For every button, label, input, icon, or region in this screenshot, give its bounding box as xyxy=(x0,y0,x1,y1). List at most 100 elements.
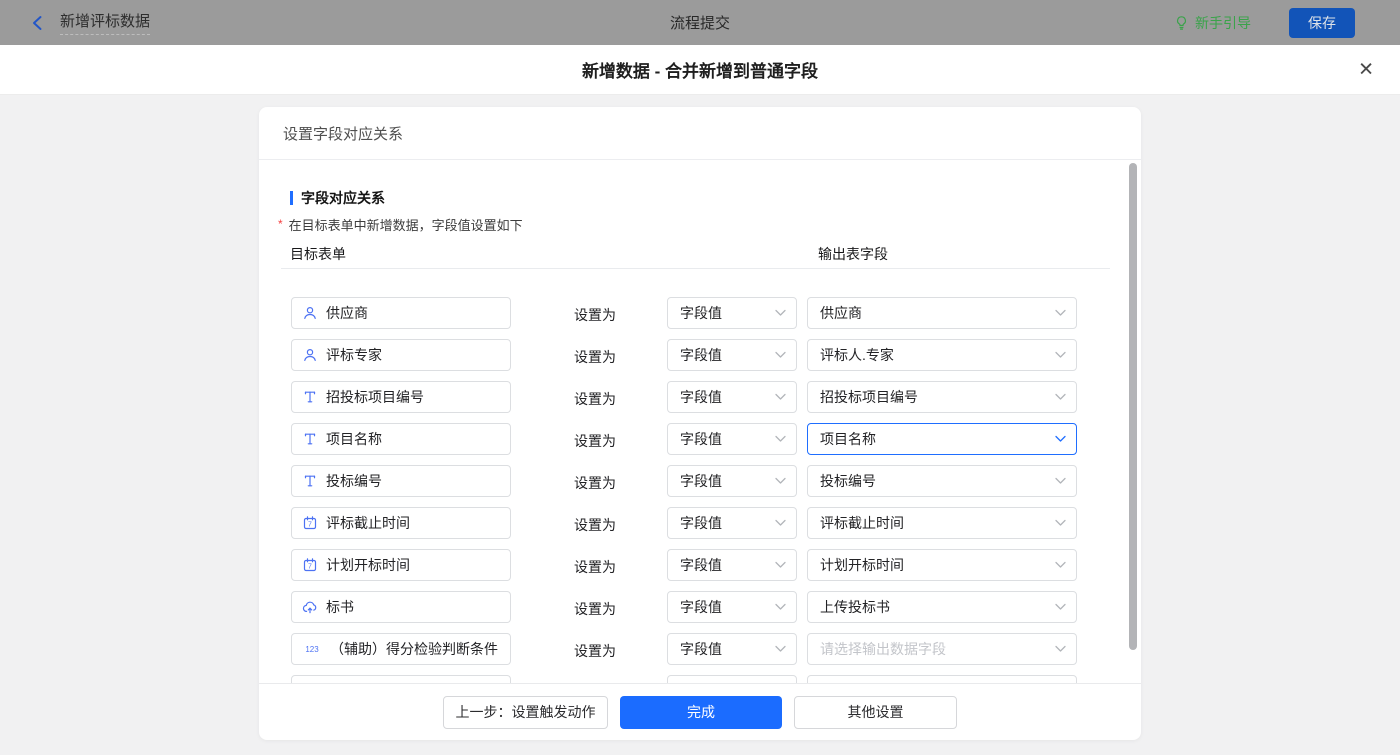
set-as-label: 设置为 xyxy=(574,389,616,409)
rows-list: 供应商 设置为 字段值 供应商 评标专家 设置为 字段值 评标人.专家 招投标项 xyxy=(291,297,1141,683)
target-field-box: 7 计划开标时间 xyxy=(291,549,511,581)
set-as-label: 设置为 xyxy=(574,431,616,451)
value-type-select[interactable]: 字段值 xyxy=(667,507,797,539)
output-field-select[interactable]: 计划开标时间 xyxy=(807,549,1077,581)
scrollbar-thumb[interactable] xyxy=(1129,163,1137,650)
output-field-label: 评标截止时间 xyxy=(820,513,904,533)
value-type-label: 字段值 xyxy=(680,345,722,365)
target-field-box: 标书 xyxy=(291,591,511,623)
chevron-down-icon xyxy=(775,562,786,569)
beginner-guide-link[interactable]: 新手引导 xyxy=(1174,13,1251,33)
lightbulb-icon xyxy=(1174,15,1189,31)
column-divider xyxy=(281,268,1110,269)
chevron-down-icon xyxy=(1055,394,1066,401)
output-field-label: 上传投标书 xyxy=(820,597,890,617)
set-as-label: 设置为 xyxy=(574,557,616,577)
target-field-box: 项目名称 xyxy=(291,423,511,455)
output-field-select[interactable]: 项目名称 xyxy=(807,423,1077,455)
back-button[interactable] xyxy=(30,15,44,31)
output-field-select[interactable]: 投标编号 xyxy=(807,465,1077,497)
topbar: 新增评标数据 流程提交 新手引导 保存 xyxy=(0,0,1400,45)
number-field-icon: 123 xyxy=(302,641,322,657)
text-field-icon xyxy=(302,389,318,405)
value-type-select[interactable] xyxy=(667,675,797,683)
set-as-label: 设置为 xyxy=(574,599,616,619)
value-type-label: 字段值 xyxy=(680,471,722,491)
value-type-label: 字段值 xyxy=(680,387,722,407)
chevron-down-icon xyxy=(775,394,786,401)
user-field-icon xyxy=(302,347,318,363)
output-field-select[interactable]: 供应商 xyxy=(807,297,1077,329)
output-field-label: 供应商 xyxy=(820,303,862,323)
output-field-select[interactable]: 评标截止时间 xyxy=(807,507,1077,539)
value-type-select[interactable]: 字段值 xyxy=(667,591,797,623)
output-field-label: 计划开标时间 xyxy=(820,555,904,575)
chevron-down-icon xyxy=(775,436,786,443)
target-field-label: 标书 xyxy=(326,597,354,617)
required-asterisk: * xyxy=(278,215,283,234)
target-field-box: 投标编号 xyxy=(291,465,511,497)
svg-text:7: 7 xyxy=(308,564,312,571)
target-field-label: 供应商 xyxy=(326,303,368,323)
output-field-select[interactable]: 上传投标书 xyxy=(807,591,1077,623)
value-type-select[interactable]: 字段值 xyxy=(667,549,797,581)
finish-button[interactable]: 完成 xyxy=(620,696,782,729)
chevron-down-icon xyxy=(1055,478,1066,485)
field-mapping-row: 项目名称 设置为 字段值 项目名称 xyxy=(291,423,1141,455)
target-field-label: 招投标项目编号 xyxy=(326,387,424,407)
value-type-select[interactable]: 字段值 xyxy=(667,465,797,497)
value-type-select[interactable]: 字段值 xyxy=(667,381,797,413)
modal-header: 新增数据 - 合并新增到普通字段 ✕ xyxy=(0,45,1400,95)
process-name-title[interactable]: 新增评标数据 xyxy=(60,10,150,35)
target-field-label: 投标编号 xyxy=(326,471,382,491)
output-field-label: 项目名称 xyxy=(820,429,876,449)
output-field-select[interactable]: 招投标项目编号 xyxy=(807,381,1077,413)
output-field-select[interactable]: 评标人.专家 xyxy=(807,339,1077,371)
card-header-title: 设置字段对应关系 xyxy=(259,107,1141,160)
calendar-field-icon: 7 xyxy=(302,515,318,531)
target-field-box: 招投标项目编号 xyxy=(291,381,511,413)
field-mapping-row: 招投标项目编号 设置为 字段值 招投标项目编号 xyxy=(291,381,1141,413)
field-mapping-row: 7 评标截止时间 设置为 字段值 评标截止时间 xyxy=(291,507,1141,539)
value-type-label: 字段值 xyxy=(680,303,722,323)
set-as-label: 设置为 xyxy=(574,641,616,661)
value-type-select[interactable]: 字段值 xyxy=(667,423,797,455)
prev-step-button[interactable]: 上一步：设置触发动作 xyxy=(443,696,608,729)
target-field-box: 评标专家 xyxy=(291,339,511,371)
value-type-select[interactable]: 字段值 xyxy=(667,633,797,665)
output-field-label: 招投标项目编号 xyxy=(820,387,918,407)
save-button[interactable]: 保存 xyxy=(1289,8,1355,38)
svg-text:123: 123 xyxy=(305,645,319,654)
value-type-label: 字段值 xyxy=(680,639,722,659)
section-title: 字段对应关系 xyxy=(290,188,385,208)
target-field-label: 评标截止时间 xyxy=(326,513,410,533)
target-field-label: 计划开标时间 xyxy=(326,555,410,575)
field-mapping-row: 标书 设置为 字段值 上传投标书 xyxy=(291,591,1141,623)
output-field-label: 投标编号 xyxy=(820,471,876,491)
chevron-down-icon xyxy=(775,520,786,527)
target-field-box: 7 评标截止时间 xyxy=(291,507,511,539)
target-field-label: （辅助）得分检验判断条件 xyxy=(330,639,498,659)
hint-text: * 在目标表单中新增数据，字段值设置如下 xyxy=(278,215,523,234)
close-icon[interactable]: ✕ xyxy=(1358,60,1374,79)
chevron-left-icon xyxy=(30,15,44,31)
column-headers: 目标表单 输出表字段 xyxy=(290,244,1111,264)
chevron-down-icon xyxy=(1055,646,1066,653)
field-mapping-row: 评标专家 设置为 字段值 评标人.专家 xyxy=(291,339,1141,371)
guide-label: 新手引导 xyxy=(1195,13,1251,33)
field-mapping-row: 7 计划开标时间 设置为 字段值 计划开标时间 xyxy=(291,549,1141,581)
text-field-icon xyxy=(302,431,318,447)
chevron-down-icon xyxy=(1055,310,1066,317)
set-as-label: 设置为 xyxy=(574,347,616,367)
chevron-down-icon xyxy=(775,310,786,317)
output-field-select[interactable]: 请选择输出数据字段 xyxy=(807,633,1077,665)
modal-body: 设置字段对应关系 字段对应关系 * 在目标表单中新增数据，字段值设置如下 目标表… xyxy=(0,95,1400,755)
other-settings-button[interactable]: 其他设置 xyxy=(794,696,957,729)
value-type-label: 字段值 xyxy=(680,513,722,533)
value-type-select[interactable]: 字段值 xyxy=(667,339,797,371)
output-field-label: 请选择输出数据字段 xyxy=(820,639,946,659)
value-type-select[interactable]: 字段值 xyxy=(667,297,797,329)
target-field-box xyxy=(291,675,511,683)
output-field-select[interactable] xyxy=(807,675,1077,683)
field-mapping-card: 设置字段对应关系 字段对应关系 * 在目标表单中新增数据，字段值设置如下 目标表… xyxy=(259,107,1141,740)
